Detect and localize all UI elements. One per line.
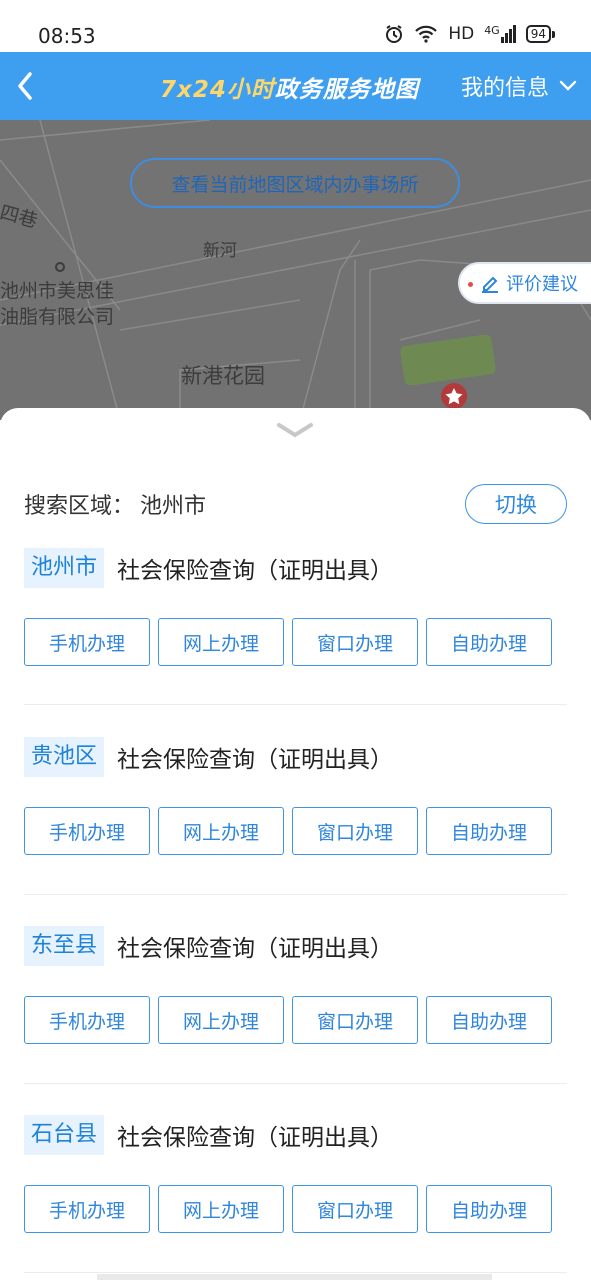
online-handle-button[interactable]: 网上办理 [158, 618, 284, 666]
status-icons: HD 4G 94 [384, 24, 555, 44]
mobile-handle-button[interactable]: 手机办理 [24, 1185, 150, 1233]
region-tag: 贵池区 [24, 737, 105, 777]
map-label-company-2: 油脂有限公司 [0, 306, 115, 328]
nav-bar: 7x24小时政务服务地图 我的信息 [0, 52, 591, 120]
switch-area-button[interactable]: 切换 [465, 484, 567, 524]
self-service-button[interactable]: 自助办理 [426, 1185, 552, 1233]
search-area-label: 搜索区域： [24, 494, 135, 519]
mobile-handle-button[interactable]: 手机办理 [24, 996, 150, 1044]
region-tag: 东至县 [24, 926, 105, 966]
collapse-sheet-handle[interactable] [274, 418, 316, 442]
window-handle-button[interactable]: 窗口办理 [292, 1185, 418, 1233]
signal-bar-4 [512, 25, 516, 43]
status-bar: 08:53 HD 4G 94 [0, 0, 591, 52]
service-header: 东至县 社会保险查询（证明出具） [24, 926, 393, 966]
signal-bar-1 [500, 37, 504, 43]
window-handle-button[interactable]: 窗口办理 [292, 807, 418, 855]
page-title-main: 政务服务地图 [274, 77, 419, 103]
divider [24, 894, 567, 895]
service-title[interactable]: 社会保险查询（证明出具） [117, 1118, 393, 1152]
self-service-button[interactable]: 自助办理 [426, 618, 552, 666]
signal-bar-2 [504, 33, 508, 43]
network-label: HD [448, 24, 475, 44]
service-title[interactable]: 社会保险查询（证明出具） [117, 929, 393, 963]
map-label-xingang: 新港花园 [181, 364, 265, 388]
divider [24, 1272, 567, 1273]
chevron-left-icon [18, 72, 32, 100]
status-time: 08:53 [38, 24, 96, 48]
feedback-button[interactable]: 评价建议 [458, 262, 591, 304]
online-handle-button[interactable]: 网上办理 [158, 807, 284, 855]
search-area-value: 池州市 [140, 494, 207, 519]
self-service-button[interactable]: 自助办理 [426, 996, 552, 1044]
online-handle-button[interactable]: 网上办理 [158, 1185, 284, 1233]
method-buttons: 手机办理 网上办理 窗口办理 自助办理 [24, 1185, 552, 1233]
signal-bar-3 [508, 29, 512, 43]
map-label-company-1: 池州市美思佳 [0, 280, 115, 302]
edit-icon [482, 276, 498, 293]
window-handle-button[interactable]: 窗口办理 [292, 618, 418, 666]
service-header: 贵池区 社会保险查询（证明出具） [24, 737, 393, 777]
battery-tip [552, 30, 555, 38]
my-info-label: 我的信息 [460, 76, 549, 101]
search-area: 搜索区域： 池州市 [24, 488, 206, 520]
signal-icon: 4G [484, 25, 516, 43]
feedback-label: 评价建议 [506, 274, 578, 295]
window-handle-button[interactable]: 窗口办理 [292, 996, 418, 1044]
map-label-xinhe: 新河 [203, 241, 237, 261]
map-view[interactable]: 四巷 新河 池州市美思佳 油脂有限公司 新港花园 查看当前地图区域内办事场所 评… [0, 120, 591, 420]
wifi-icon [415, 25, 438, 43]
chevron-down-icon [277, 423, 313, 438]
method-buttons: 手机办理 网上办理 窗口办理 自助办理 [24, 996, 552, 1044]
battery-level: 94 [525, 25, 551, 43]
chevron-down-icon [559, 80, 577, 91]
mobile-handle-button[interactable]: 手机办理 [24, 807, 150, 855]
method-buttons: 手机办理 网上办理 窗口办理 自助办理 [24, 618, 552, 666]
page-title-accent: 7x24小时 [160, 77, 275, 103]
battery-icon: 94 [525, 25, 555, 43]
results-sheet: 搜索区域： 池州市 切换 池州市 社会保险查询（证明出具） 手机办理 网上办理 … [0, 408, 591, 1280]
back-button[interactable] [8, 64, 48, 108]
next-item-peek [97, 1274, 492, 1280]
signal-label: 4G [484, 24, 500, 37]
page-title: 7x24小时政务服务地图 [160, 70, 419, 104]
online-handle-button[interactable]: 网上办理 [158, 996, 284, 1044]
divider [24, 704, 567, 705]
divider [24, 1083, 567, 1084]
region-tag: 池州市 [24, 548, 105, 588]
self-service-button[interactable]: 自助办理 [426, 807, 552, 855]
service-header: 石台县 社会保险查询（证明出具） [24, 1115, 393, 1155]
search-map-area-button[interactable]: 查看当前地图区域内办事场所 [130, 158, 460, 208]
region-tag: 石台县 [24, 1115, 105, 1155]
method-buttons: 手机办理 网上办理 窗口办理 自助办理 [24, 807, 552, 855]
mobile-handle-button[interactable]: 手机办理 [24, 618, 150, 666]
my-info-dropdown[interactable]: 我的信息 [461, 70, 577, 102]
service-title[interactable]: 社会保险查询（证明出具） [117, 551, 393, 585]
service-header: 池州市 社会保险查询（证明出具） [24, 548, 393, 588]
service-title[interactable]: 社会保险查询（证明出具） [117, 740, 393, 774]
alarm-icon [386, 25, 403, 43]
notification-dot [468, 282, 473, 287]
